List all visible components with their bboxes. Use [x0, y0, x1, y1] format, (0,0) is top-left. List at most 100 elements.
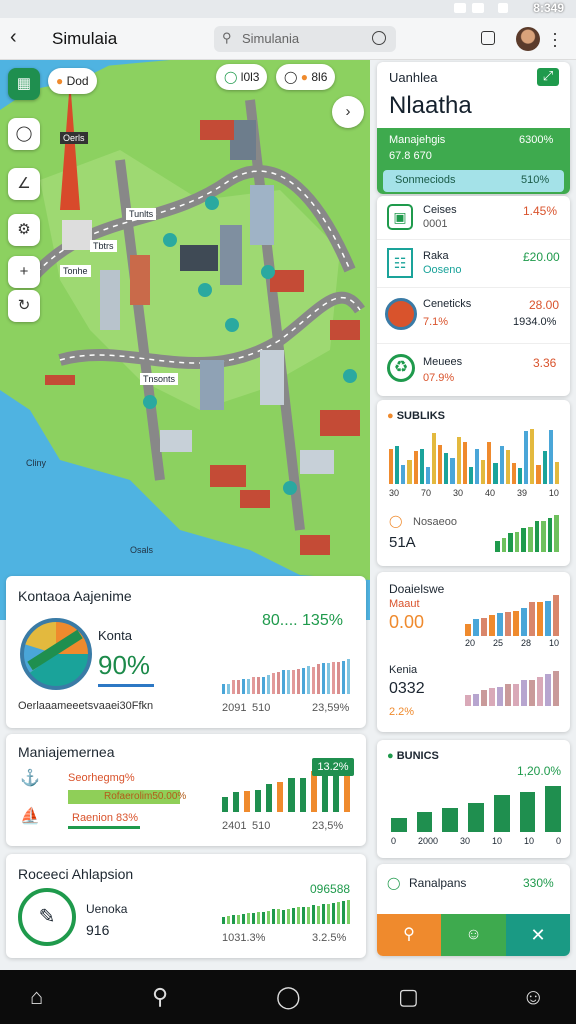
bar: [322, 903, 325, 924]
search-input[interactable]: Simulania: [242, 31, 299, 46]
stats-value: 51A: [389, 534, 416, 551]
traffic-chip-label: l0l3: [240, 70, 260, 84]
item-value: £20.00: [523, 250, 560, 264]
layers-icon[interactable]: ▦: [8, 68, 40, 100]
bar: [511, 462, 516, 484]
reception-card[interactable]: Roceeci Ahlapsion ✎ Uenoka 916 096588 10…: [6, 854, 366, 958]
ranks-value: 330%: [523, 876, 554, 890]
search-action-icon[interactable]: ⚲: [377, 914, 441, 956]
tabs-icon[interactable]: [481, 31, 495, 45]
refresh-icon[interactable]: ↻: [8, 290, 40, 322]
bar: [481, 690, 487, 706]
signal-icon: [454, 3, 466, 13]
home-icon[interactable]: ⌂: [30, 984, 43, 1010]
search-icon[interactable]: ⚲: [152, 984, 168, 1010]
tick-label: 23,59%: [312, 702, 350, 714]
bar: [317, 905, 320, 924]
donation-card: Doaielswe Maaut 0.00 20 25 28 10 Kenia 0332…: [377, 572, 570, 732]
next-arrow-icon[interactable]: ›: [332, 96, 364, 128]
bar: [545, 674, 551, 706]
tick-label: 510: [252, 820, 271, 832]
zoom-in-icon[interactable]: +: [8, 256, 40, 288]
card-sub: Konta: [98, 628, 132, 643]
search-bar[interactable]: ⚲ Simulania: [214, 26, 396, 52]
summary-row-label: Manajehgis: [389, 134, 446, 146]
weather-chip[interactable]: ◯ ● 8l6: [276, 64, 336, 90]
expand-icon[interactable]: ⤢: [537, 68, 559, 86]
route-icon[interactable]: ∠: [8, 168, 40, 200]
ranks-label: Ranalpans: [409, 876, 467, 890]
list-item[interactable]: Ceneticks 7.1% 28.00 1934.0%: [377, 288, 570, 344]
bar: [247, 679, 250, 694]
bar: [521, 680, 527, 706]
history-icon[interactable]: [372, 31, 386, 45]
avatar[interactable]: [516, 27, 540, 51]
kontaoa-card[interactable]: Kontaoa Aajenime Konta 90% 80.... 135% O…: [6, 576, 366, 728]
ship-icon: ⚓: [20, 770, 40, 787]
tick-label: 2401: [222, 820, 247, 832]
tick-label: 2000: [417, 836, 439, 846]
grid-icon: ☷: [387, 248, 413, 278]
donation-title: Doaielswe: [389, 582, 445, 596]
summary-card: Uanhlea ⤢ Nlaatha Manajehgis 6300% 67.8 …: [377, 62, 570, 194]
bar: [282, 670, 285, 694]
map-label: Cliny: [26, 458, 47, 468]
status-bar: 8:349: [0, 0, 576, 18]
building-icon: ▣: [387, 204, 413, 230]
circle-home-icon[interactable]: ◯: [276, 984, 301, 1010]
value-underline: [98, 684, 154, 687]
card-footer: Oerlaaameeetsvaaei30Ffkn: [18, 700, 154, 712]
close-action-icon[interactable]: ✕: [506, 914, 570, 956]
recents-icon[interactable]: ▢: [398, 984, 419, 1010]
item-value2: 1934.0%: [513, 316, 557, 328]
tick-label: 0: [391, 836, 397, 846]
tick-label: 28: [520, 638, 531, 648]
item-label: Ceneticks: [423, 298, 472, 310]
tick-label: 30: [459, 836, 470, 846]
donation-ticks: 20 25 28 10: [465, 638, 559, 648]
bar: [481, 618, 487, 636]
status-chip[interactable]: ● Dod: [48, 68, 97, 94]
bar: [347, 658, 350, 694]
bar: [545, 600, 551, 636]
tick-label: 2091: [222, 702, 247, 714]
traffic-chip[interactable]: ◯ l0l3: [216, 64, 268, 90]
row-label: Raenion 83%: [72, 812, 139, 824]
list-item[interactable]: ▣ Ceises 0001 1.45%: [377, 196, 570, 240]
settings-icon[interactable]: ⚙: [8, 214, 40, 246]
donation-pct: 2.2%: [389, 706, 415, 718]
row-underline: [68, 826, 140, 829]
bar: [257, 911, 260, 924]
summary-small: Uanhlea: [389, 70, 438, 85]
bar: [267, 911, 270, 924]
bar: [501, 538, 507, 552]
map-label: Oerls: [60, 132, 88, 144]
tick-label: 1031.3%: [222, 932, 266, 944]
bar: [288, 777, 295, 812]
summary-pill-value: 510%: [521, 174, 550, 186]
bar: [327, 903, 330, 924]
card-change: 80.... 135%: [262, 612, 343, 629]
bar: [542, 451, 547, 484]
summary-title: Nlaatha: [389, 92, 472, 119]
more-menu-icon[interactable]: · · ·: [552, 24, 558, 54]
stats-mini-chart: [495, 512, 559, 552]
bar: [513, 683, 519, 706]
bar: [537, 676, 543, 706]
bar: [232, 680, 235, 694]
city-map[interactable]: Oerls Tunlts Tbtrs Tnsonts Tonhe Osals C…: [0, 60, 370, 620]
list-item[interactable]: ♻ Meuees 07.9% 3.36: [377, 344, 570, 396]
profile-icon[interactable]: ☺: [522, 984, 544, 1010]
back-icon[interactable]: ‹: [10, 26, 17, 49]
bar: [237, 914, 240, 924]
bar: [505, 449, 510, 484]
bar: [493, 794, 510, 832]
bar: [450, 458, 455, 484]
items-list: ▣ Ceises 0001 1.45% ☷ Raka Ooseno £20.00…: [377, 196, 570, 396]
management-card[interactable]: Maniajemernea ⚓ Seorhegmg% Rofaerolim50.…: [6, 734, 366, 846]
location-icon[interactable]: ◯: [8, 118, 40, 150]
list-item[interactable]: ☷ Raka Ooseno £20.00: [377, 240, 570, 288]
user-action-icon[interactable]: ☺: [441, 914, 506, 956]
donation-label2: Kenia: [389, 664, 418, 676]
bunits-value: 1,20.0%: [517, 764, 562, 778]
